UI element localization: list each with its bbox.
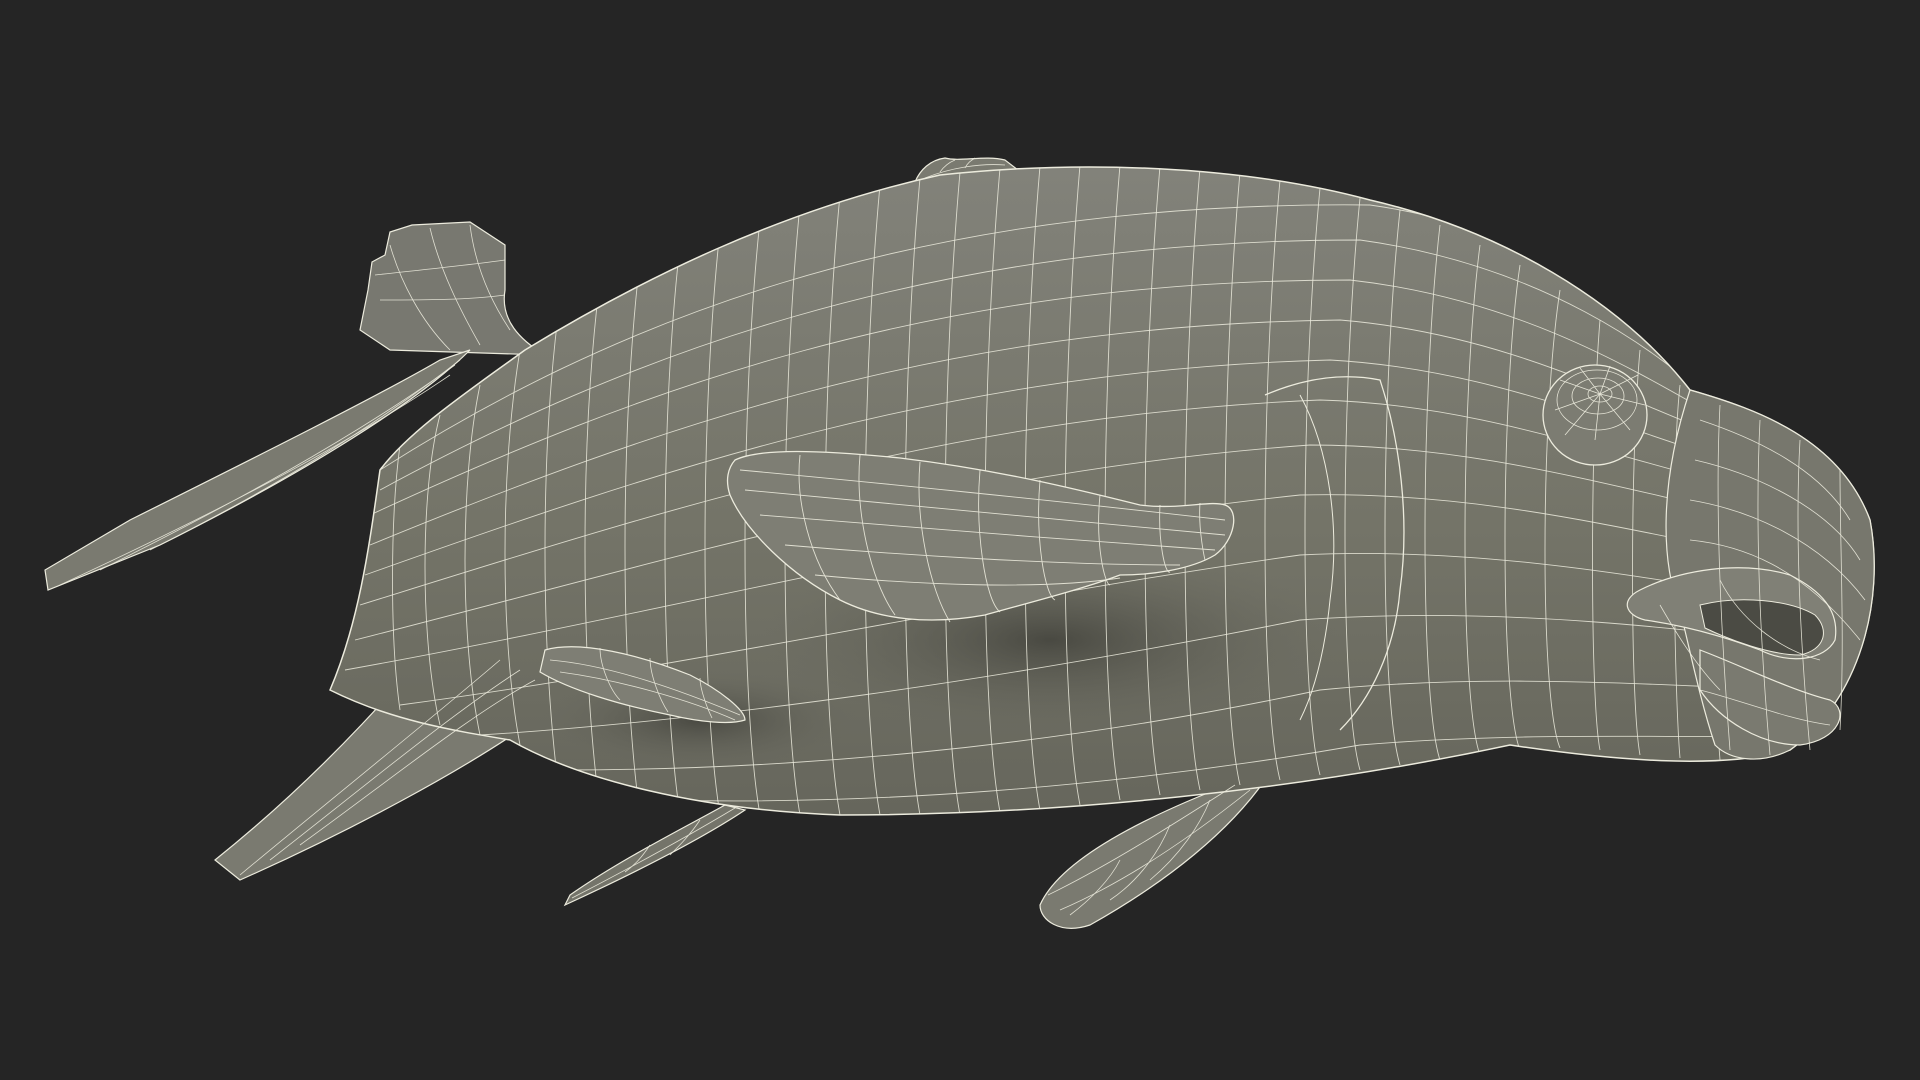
caudal-fin-upper [359, 221, 548, 356]
fish-wireframe-render [44, 157, 1875, 929]
anal-fin [563, 804, 747, 907]
render-viewport [0, 0, 1920, 1080]
